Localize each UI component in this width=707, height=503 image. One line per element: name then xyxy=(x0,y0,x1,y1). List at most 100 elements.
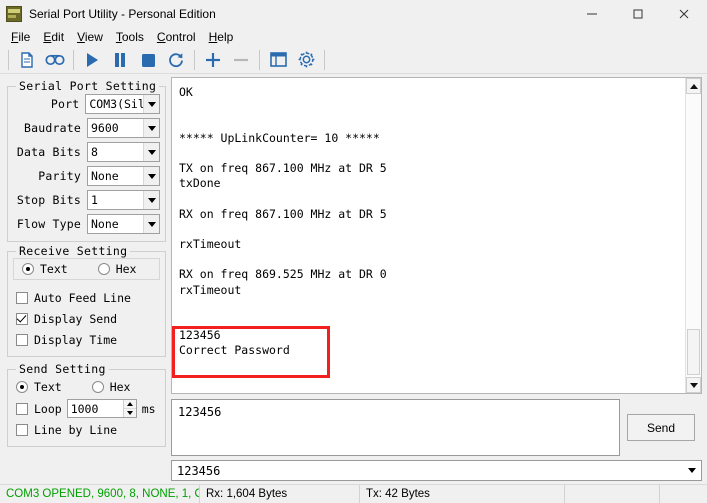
minimize-button[interactable] xyxy=(569,0,615,27)
baudrate-select[interactable]: 9600 xyxy=(87,118,160,138)
stop-bits-chevron-down-icon[interactable] xyxy=(143,191,159,209)
flow-type-select[interactable]: None xyxy=(87,214,160,234)
gear-icon xyxy=(297,50,316,69)
toolbar-separator xyxy=(8,49,9,70)
status-connection: COM3 OPENED, 9600, 8, NONE, 1, OFF xyxy=(0,485,200,503)
title-bar: Serial Port Utility - Personal Edition xyxy=(0,0,707,27)
receive-text-radio-icon[interactable] xyxy=(22,263,34,275)
pause-button[interactable] xyxy=(106,47,134,73)
menu-control-rest: ontrol xyxy=(165,29,196,44)
serial-port-setting-legend: Serial Port Setting xyxy=(16,79,160,93)
stop-bits-row: Stop Bits 1 xyxy=(13,189,160,211)
loop-label: Loop xyxy=(34,401,62,416)
port-value: COM3(Sil xyxy=(89,97,143,111)
send-mode-hex[interactable]: Hex xyxy=(91,380,130,394)
flow-type-row: Flow Type None xyxy=(13,213,160,235)
loop-spinner-down[interactable] xyxy=(123,409,136,417)
new-file-icon xyxy=(18,51,36,69)
scrollbar-thumb[interactable] xyxy=(687,329,700,375)
send-history-combo[interactable]: 123456 xyxy=(171,460,702,481)
toolbar xyxy=(0,46,707,74)
parity-label: Parity xyxy=(38,169,81,183)
send-area: 123456 Send xyxy=(171,399,702,456)
terminal-scrollbar[interactable] xyxy=(685,78,701,393)
display-send-check-icon[interactable] xyxy=(16,312,28,325)
loop-spinner-buttons[interactable] xyxy=(122,400,136,417)
display-send-checkbox[interactable]: Display Send xyxy=(13,308,160,329)
toolbar-separator-4 xyxy=(259,49,260,70)
scroll-up-button[interactable] xyxy=(686,78,701,94)
toolbar-separator-2 xyxy=(73,49,74,70)
data-bits-label: Data Bits xyxy=(16,145,81,159)
close-button[interactable] xyxy=(661,0,707,27)
stop-bits-select[interactable]: 1 xyxy=(87,190,160,210)
receive-mode-hex[interactable]: Hex xyxy=(97,262,136,276)
loop-spinner-up[interactable] xyxy=(123,400,136,409)
menu-help[interactable]: Help xyxy=(203,29,241,45)
display-time-checkbox[interactable]: Display Time xyxy=(13,329,160,350)
plus-icon xyxy=(203,50,223,70)
auto-feed-line-check-icon[interactable] xyxy=(16,291,28,304)
receive-hex-radio-icon[interactable] xyxy=(97,263,110,275)
menu-view[interactable]: View xyxy=(71,29,110,45)
parity-value: None xyxy=(91,169,119,183)
flow-type-label: Flow Type xyxy=(16,217,81,231)
minus-icon xyxy=(231,50,251,70)
open-port-button[interactable] xyxy=(78,47,106,73)
status-rx-bytes: Rx: 1,604 Bytes xyxy=(200,485,360,503)
refresh-button[interactable] xyxy=(162,47,190,73)
remove-button[interactable] xyxy=(227,47,255,73)
scroll-down-button[interactable] xyxy=(686,377,701,393)
menu-edit[interactable]: Edit xyxy=(37,29,71,45)
parity-select[interactable]: None xyxy=(87,166,160,186)
port-chevron-down-icon[interactable] xyxy=(143,95,159,113)
line-by-line-checkbox[interactable]: Line by Line xyxy=(13,419,160,440)
terminal-output[interactable]: OK ***** UpLinkCounter= 10 ***** TX on f… xyxy=(172,78,685,393)
send-mode-text[interactable]: Text xyxy=(16,380,62,394)
send-history-value: 123456 xyxy=(177,463,221,478)
menu-file[interactable]: File xyxy=(5,29,37,45)
settings-button[interactable] xyxy=(292,47,320,73)
send-setting-legend: Send Setting xyxy=(16,362,109,376)
menu-view-rest: iew xyxy=(84,29,103,44)
send-history-chevron-down-icon[interactable] xyxy=(683,461,701,480)
send-text-radio-icon[interactable] xyxy=(16,381,28,393)
auto-feed-line-checkbox[interactable]: Auto Feed Line xyxy=(13,287,160,308)
terminal-pane: OK ***** UpLinkCounter= 10 ***** TX on f… xyxy=(166,77,704,484)
receive-mode-text[interactable]: Text xyxy=(22,262,68,276)
menu-tools-rest: ools xyxy=(121,29,144,44)
status-extra-2 xyxy=(660,485,707,503)
line-by-line-check-icon[interactable] xyxy=(16,423,28,436)
menu-control[interactable]: Control xyxy=(151,29,203,45)
status-bar: COM3 OPENED, 9600, 8, NONE, 1, OFF Rx: 1… xyxy=(0,484,707,503)
maximize-button[interactable] xyxy=(615,0,661,27)
loop-interval-stepper[interactable]: 1000 xyxy=(66,399,137,418)
record-icon xyxy=(44,51,66,69)
menu-edit-rest: dit xyxy=(51,29,65,44)
display-send-label: Display Send xyxy=(34,311,118,326)
send-button-wrap: Send xyxy=(620,399,702,456)
display-time-check-icon[interactable] xyxy=(16,333,28,346)
stop-button[interactable] xyxy=(134,47,162,73)
baudrate-chevron-down-icon[interactable] xyxy=(143,119,159,137)
send-hex-radio-icon[interactable] xyxy=(91,381,104,393)
add-button[interactable] xyxy=(199,47,227,73)
port-select[interactable]: COM3(Sil xyxy=(85,94,160,114)
settings-sidebar: Serial Port Setting Port COM3(Sil Baudra… xyxy=(3,77,166,484)
record-button[interactable] xyxy=(41,47,69,73)
send-button[interactable]: Send xyxy=(627,414,695,441)
send-input[interactable]: 123456 xyxy=(171,399,620,456)
loop-check-icon[interactable] xyxy=(16,402,28,415)
menu-tools[interactable]: Tools xyxy=(110,29,151,45)
status-extra-1 xyxy=(565,485,660,503)
flow-type-chevron-down-icon[interactable] xyxy=(143,215,159,233)
scrollbar-track[interactable] xyxy=(686,94,701,377)
toolbar-separator-3 xyxy=(194,49,195,70)
data-bits-select[interactable]: 8 xyxy=(87,142,160,162)
parity-row: Parity None xyxy=(13,165,160,187)
data-bits-chevron-down-icon[interactable] xyxy=(143,143,159,161)
parity-chevron-down-icon[interactable] xyxy=(143,167,159,185)
new-file-button[interactable] xyxy=(13,47,41,73)
main-body: Serial Port Setting Port COM3(Sil Baudra… xyxy=(0,74,707,484)
layout-button[interactable] xyxy=(264,47,292,73)
